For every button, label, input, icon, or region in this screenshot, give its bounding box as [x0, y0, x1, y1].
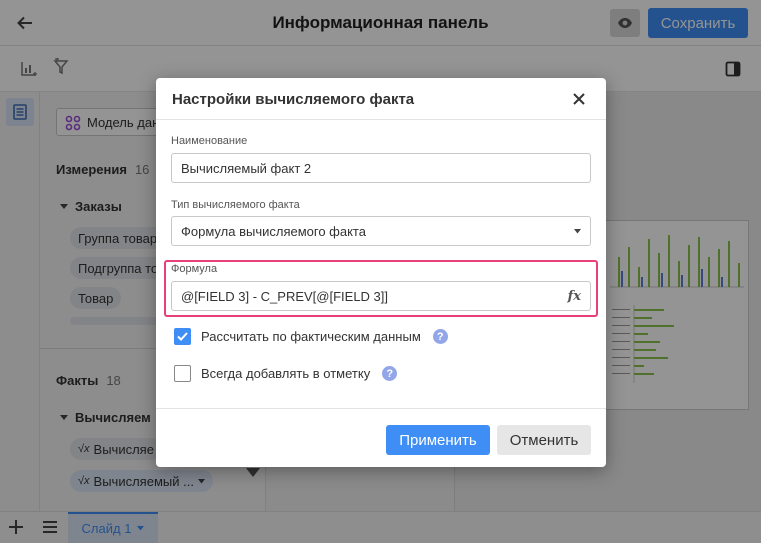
apply-button[interactable]: Применить [386, 425, 490, 455]
cancel-button[interactable]: Отменить [497, 425, 591, 455]
name-field[interactable]: Вычисляемый факт 2 [171, 153, 591, 183]
actual-data-checkbox[interactable] [174, 328, 191, 345]
formula-label: Формула [171, 263, 218, 275]
formula-input[interactable]: @[FIELD 3] - C_PREV[@[FIELD 3]] fx [171, 281, 591, 311]
actual-data-option[interactable]: Рассчитать по фактическим данным ? [174, 328, 448, 345]
help-icon[interactable]: ? [382, 366, 398, 381]
dialog-title: Настройки вычисляемого факта [172, 91, 415, 108]
formula-value: @[FIELD 3] - C_PREV[@[FIELD 3]] [181, 288, 389, 304]
add-to-mark-label: Всегда добавлять в отметку [201, 366, 371, 381]
check-icon [177, 332, 188, 341]
caret-down-icon [574, 228, 581, 233]
dialog-footer: Применить Отменить [156, 408, 606, 467]
close-icon [573, 93, 585, 105]
actual-data-label: Рассчитать по фактическим данным [201, 329, 421, 344]
function-icon[interactable]: fx [568, 289, 581, 304]
type-value: Формула вычисляемого факта [181, 223, 366, 239]
name-label: Наименование [171, 135, 248, 147]
close-button[interactable] [568, 88, 590, 110]
type-select[interactable]: Формула вычисляемого факта [171, 216, 591, 246]
dialog-header: Настройки вычисляемого факта [156, 78, 606, 120]
type-label: Тип вычисляемого факта [171, 199, 300, 211]
calculated-fact-dialog: Настройки вычисляемого факта Наименовани… [156, 78, 606, 467]
name-value: Вычисляемый факт 2 [181, 160, 312, 176]
help-icon[interactable]: ? [432, 329, 448, 344]
add-to-mark-option[interactable]: Всегда добавлять в отметку ? [174, 365, 398, 382]
add-to-mark-checkbox[interactable] [174, 365, 191, 382]
